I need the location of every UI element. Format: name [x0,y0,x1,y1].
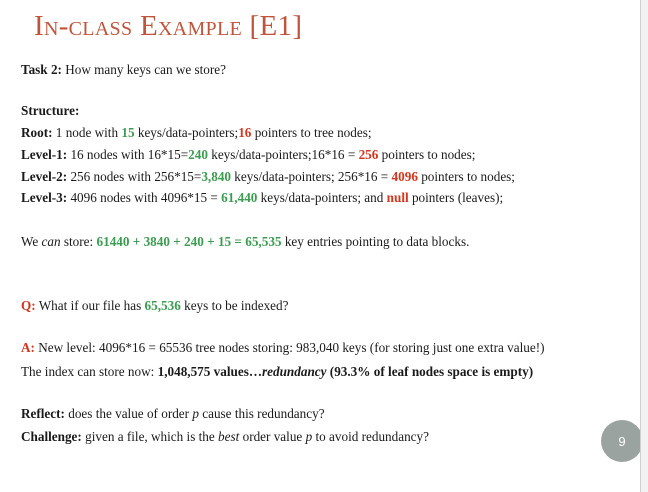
reflect-text-b: cause this redundancy? [198,406,325,421]
structure-heading: Structure: [21,103,80,118]
store-sum: 61440 + 3840 + 240 + 15 = 65,535 [96,234,282,249]
reflect-text-a: does the value of order [64,406,193,421]
level1-label: Level-1: [21,147,68,162]
index-text-a: The index can store now: [21,364,158,379]
store-text-b: store: [60,234,97,249]
level3-text-b: keys/data-pointers; and [257,190,387,205]
level2-keys: 3,840 [201,169,231,184]
root-keys: 15 [121,125,135,140]
question-text-b: keys to be indexed? [180,298,289,313]
store-can: can [41,234,61,249]
task-label: Task 2: [21,62,62,77]
level1-text-c: pointers to nodes; [378,147,476,162]
level2-line: Level-2: 256 nodes with 256*15=3,840 key… [21,169,515,185]
task-line: Task 2: How many keys can we store? [21,62,226,78]
level2-pointers: 4096 [391,169,418,184]
store-text-c: key entries pointing to data blocks. [281,234,470,249]
level1-pointers: 256 [358,147,379,162]
level3-label: Level-3: [21,190,68,205]
task-text: How many keys can we store? [61,62,226,77]
challenge-text-b: order value [239,429,306,444]
answer-label: A: [21,340,35,355]
challenge-label: Challenge: [21,429,82,444]
level2-label: Level-2: [21,169,68,184]
root-line: Root: 1 node with 15 keys/data-pointers;… [21,125,372,141]
level3-line: Level-3: 4096 nodes with 4096*15 = 61,44… [21,190,503,206]
store-text-a: We [21,234,42,249]
level3-text-a: 4096 nodes with 4096*15 = [67,190,222,205]
level3-text-c: pointers (leaves); [408,190,504,205]
level3-keys: 61,440 [221,190,258,205]
level1-keys: 240 [188,147,208,162]
level2-text-a: 256 nodes with 256*15= [67,169,202,184]
reflect-line: Reflect: does the value of order p cause… [21,406,325,422]
store-line: We can store: 61440 + 3840 + 240 + 15 = … [21,234,469,250]
question-line: Q: What if our file has 65,536 keys to b… [21,298,288,314]
question-text-a: What if our file has [35,298,145,313]
slide: In-class Example [E1] Task 2: How many k… [0,0,643,492]
root-label: Root: [21,125,53,140]
slide-edge [640,0,648,492]
challenge-line: Challenge: given a file, which is the be… [21,429,429,445]
root-text-b: keys/data-pointers; [134,125,239,140]
level1-text-b: keys/data-pointers;16*16 = [207,147,359,162]
challenge-text-a: given a file, which is the [81,429,219,444]
reflect-label: Reflect: [21,406,65,421]
level2-text-c: pointers to nodes; [417,169,515,184]
index-percent: (93.3% of leaf nodes space is empty) [326,364,534,379]
challenge-best: best [218,429,240,444]
answer-line: A: New level: 4096*16 = 65536 tree nodes… [21,340,544,356]
root-text-c: pointers to tree nodes; [251,125,372,140]
root-pointers: 16 [238,125,252,140]
answer-text: New level: 4096*16 = 65536 tree nodes st… [34,340,545,355]
level2-text-b: keys/data-pointers; 256*16 = [231,169,392,184]
index-values: 1,048,575 values… [157,364,263,379]
challenge-text-c: to avoid redundancy? [312,429,429,444]
index-line: The index can store now: 1,048,575 value… [21,364,533,380]
slide-title: In-class Example [E1] [34,10,303,42]
level1-line: Level-1: 16 nodes with 16*15=240 keys/da… [21,147,475,163]
level1-text-a: 16 nodes with 16*15= [67,147,189,162]
question-number: 65,536 [144,298,181,313]
root-text-a: 1 node with [52,125,122,140]
index-redundancy: redundancy [262,364,327,379]
level3-pointers: null [386,190,409,205]
page-number-badge: 9 [601,420,643,462]
question-label: Q: [21,298,36,313]
reflect-p: p [192,406,199,421]
